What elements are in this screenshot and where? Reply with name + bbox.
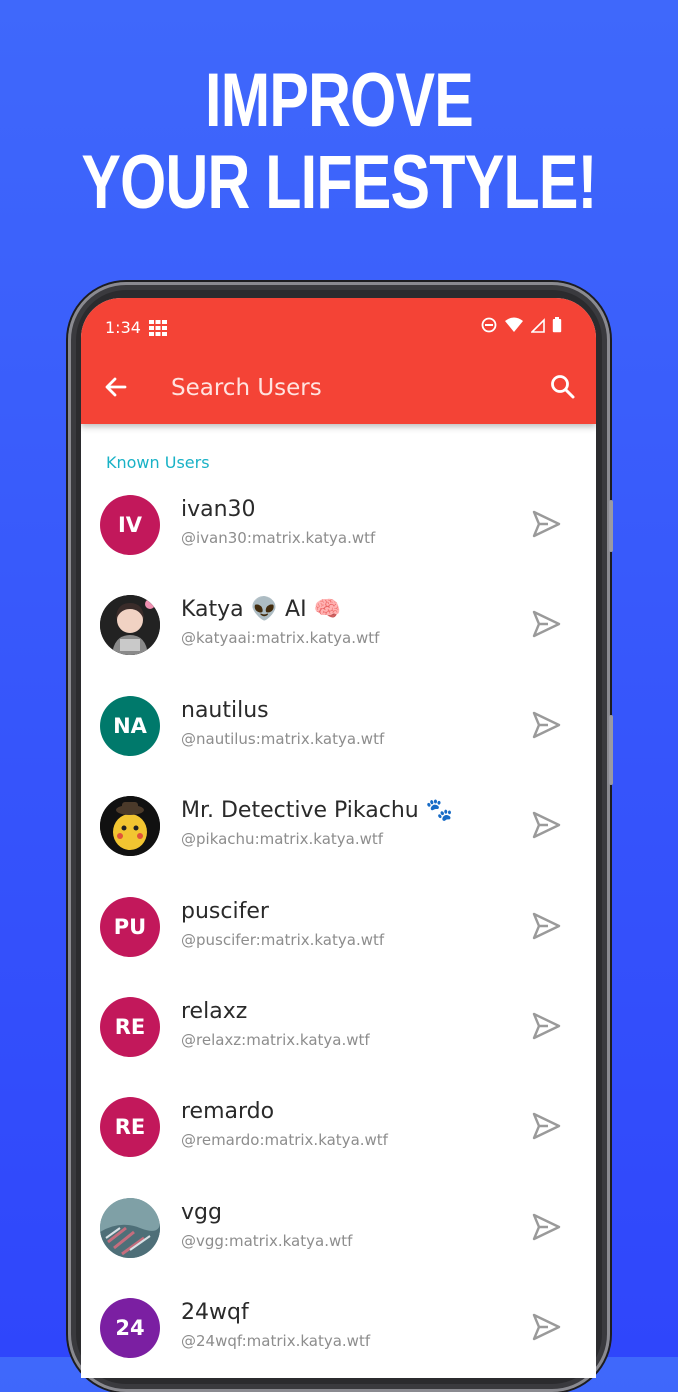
avatar: PU bbox=[100, 896, 160, 957]
avatar-photo bbox=[100, 796, 160, 857]
headline-line-2: YOUR LIFESTYLE! bbox=[81, 140, 597, 225]
send-icon[interactable] bbox=[530, 1311, 562, 1343]
send-icon[interactable] bbox=[530, 508, 562, 540]
list-item[interactable]: 24 24wqf @24wqf:matrix.katya.wtf bbox=[81, 1289, 596, 1378]
list-item[interactable]: vgg @vgg:matrix.katya.wtf bbox=[81, 1189, 596, 1289]
user-handle: @vgg:matrix.katya.wtf bbox=[181, 1231, 353, 1250]
user-handle: @ivan30:matrix.katya.wtf bbox=[181, 529, 376, 547]
back-arrow-icon[interactable] bbox=[101, 372, 131, 402]
send-icon[interactable] bbox=[530, 1110, 562, 1142]
status-bar-right bbox=[481, 317, 562, 333]
send-icon[interactable] bbox=[530, 1010, 562, 1042]
signal-icon bbox=[531, 318, 545, 333]
phone-screen: 1:34 Search Users Known Users IV ivan30 … bbox=[81, 298, 596, 1378]
user-name: vgg bbox=[181, 1199, 222, 1225]
user-handle: @relaxz:matrix.katya.wtf bbox=[181, 1030, 370, 1049]
status-bar-left: 1:34 bbox=[105, 318, 167, 337]
user-handle: @remardo:matrix.katya.wtf bbox=[181, 1131, 388, 1150]
list-item[interactable]: PU puscifer @puscifer:matrix.katya.wtf bbox=[81, 888, 596, 988]
user-name: 24wqf bbox=[181, 1300, 249, 1326]
avatar: RE bbox=[100, 996, 160, 1057]
list-item[interactable]: RE relaxz @relaxz:matrix.katya.wtf bbox=[81, 988, 596, 1088]
send-icon[interactable] bbox=[530, 608, 562, 640]
app-bar: 1:34 Search Users bbox=[81, 298, 596, 424]
avatar: 24 bbox=[100, 1298, 160, 1359]
user-handle: @nautilus:matrix.katya.wtf bbox=[181, 729, 385, 748]
user-handle: @24wqf:matrix.katya.wtf bbox=[181, 1332, 371, 1351]
user-name: remardo bbox=[181, 1099, 275, 1125]
user-handle: @puscifer:matrix.katya.wtf bbox=[181, 930, 385, 949]
user-name: relaxz bbox=[181, 998, 248, 1024]
user-name: puscifer bbox=[181, 898, 269, 924]
volume-button bbox=[609, 500, 613, 552]
user-name: nautilus bbox=[181, 697, 269, 723]
grid-icon bbox=[148, 319, 167, 336]
promo-headline: IMPROVE YOUR LIFESTYLE! bbox=[75, 60, 604, 224]
avatar: IV bbox=[100, 495, 160, 555]
battery-icon bbox=[552, 317, 562, 333]
send-icon[interactable] bbox=[530, 709, 562, 741]
wifi-icon bbox=[505, 317, 523, 332]
do-not-disturb-icon bbox=[481, 317, 497, 333]
user-name: Katya 👽 AI 🧠 bbox=[181, 597, 341, 623]
status-time: 1:34 bbox=[105, 318, 141, 337]
send-icon[interactable] bbox=[530, 910, 562, 942]
list-item[interactable]: Katya 👽 AI 🧠 @katyaai:matrix.katya.wtf bbox=[81, 586, 596, 686]
user-list: IV ivan30 @ivan30:matrix.katya.wtf Katya… bbox=[81, 486, 596, 1378]
user-name: Mr. Detective Pikachu 🐾 bbox=[181, 798, 454, 824]
avatar: NA bbox=[100, 695, 160, 756]
user-handle: @pikachu:matrix.katya.wtf bbox=[181, 830, 384, 849]
list-item[interactable]: Mr. Detective Pikachu 🐾 @pikachu:matrix.… bbox=[81, 787, 596, 887]
avatar bbox=[100, 1197, 160, 1258]
user-name: ivan30 bbox=[181, 497, 256, 522]
search-users-input[interactable]: Search Users bbox=[171, 375, 322, 401]
search-icon[interactable] bbox=[548, 372, 578, 402]
headline-line-1: IMPROVE bbox=[205, 58, 474, 143]
list-item[interactable]: NA nautilus @nautilus:matrix.katya.wtf bbox=[81, 687, 596, 787]
list-item[interactable]: IV ivan30 @ivan30:matrix.katya.wtf bbox=[81, 486, 596, 586]
user-handle: @katyaai:matrix.katya.wtf bbox=[181, 629, 380, 648]
send-icon[interactable] bbox=[530, 1211, 562, 1243]
avatar bbox=[100, 595, 160, 656]
avatar-photo bbox=[100, 1197, 160, 1258]
list-item[interactable]: RE remardo @remardo:matrix.katya.wtf bbox=[81, 1088, 596, 1188]
power-button bbox=[609, 715, 613, 785]
avatar-photo bbox=[100, 595, 160, 656]
avatar: RE bbox=[100, 1097, 160, 1158]
send-icon[interactable] bbox=[530, 809, 562, 841]
known-users-header: Known Users bbox=[106, 453, 210, 472]
avatar bbox=[100, 796, 160, 857]
